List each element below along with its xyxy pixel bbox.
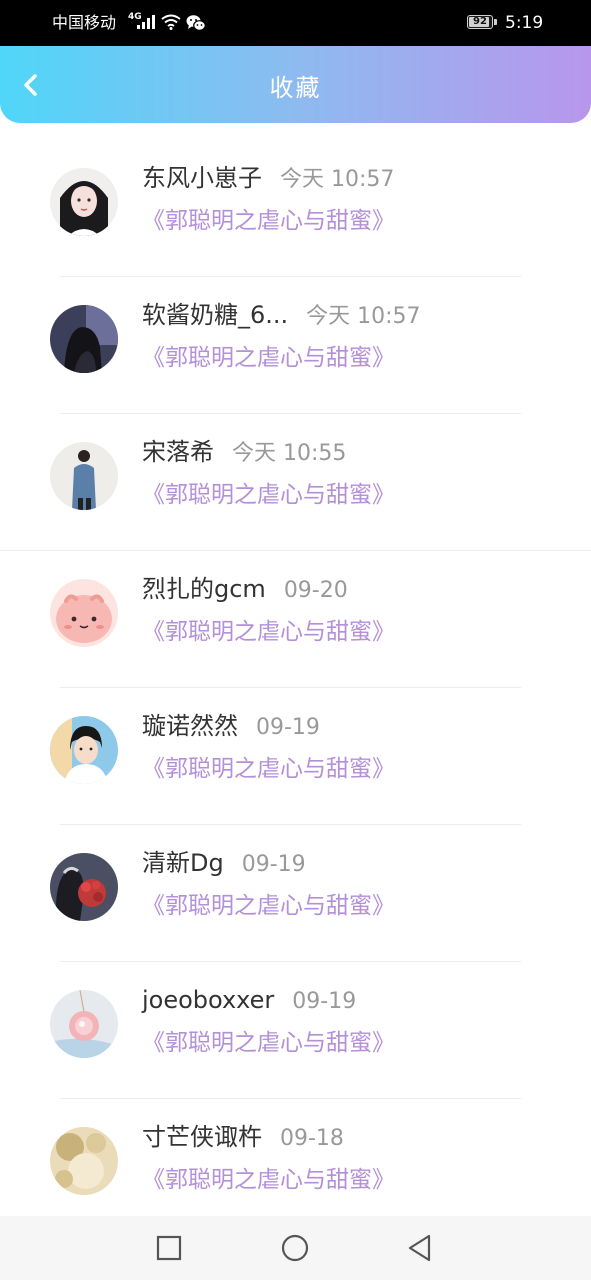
avatar <box>50 442 118 510</box>
user-name: 寸芒侠诹杵 09-18 <box>142 1121 344 1155</box>
user-name-label: 东风小崽子 <box>142 164 262 192</box>
timestamp: 今天 10:55 <box>232 441 347 466</box>
system-nav-bar <box>0 1216 591 1280</box>
list-item[interactable]: 东风小崽子 今天 10:57 《郭聪明之虐心与甜蜜》 <box>0 140 591 277</box>
user-name-label: 寸芒侠诹杵 <box>142 1123 262 1151</box>
timestamp: 今天 10:57 <box>280 167 395 192</box>
signal-icon <box>136 14 156 30</box>
user-name-label: 清新Dg <box>142 849 224 877</box>
book-title-link[interactable]: 《郭聪明之虐心与甜蜜》 <box>142 1163 395 1197</box>
timestamp: 09-19 <box>241 852 306 877</box>
user-name-label: 璇诺然然 <box>142 712 238 740</box>
list-item[interactable]: 烈扎的gcm 09-20 《郭聪明之虐心与甜蜜》 <box>0 551 591 688</box>
avatar <box>50 579 118 647</box>
book-title-link[interactable]: 《郭聪明之虐心与甜蜜》 <box>142 615 395 649</box>
avatar <box>50 716 118 784</box>
user-name-label: 软酱奶糖_6... <box>142 301 289 329</box>
clock-label: 5:19 <box>505 13 544 33</box>
list-item[interactable]: 软酱奶糖_6... 今天 10:57 《郭聪明之虐心与甜蜜》 <box>0 277 591 414</box>
book-title-link[interactable]: 《郭聪明之虐心与甜蜜》 <box>142 1026 395 1060</box>
avatar <box>50 1127 118 1195</box>
user-name: 清新Dg 09-19 <box>142 847 306 881</box>
timestamp: 09-18 <box>280 1126 344 1151</box>
user-name: 璇诺然然 09-19 <box>142 710 320 744</box>
timestamp: 09-20 <box>283 578 348 603</box>
user-name-label: 烈扎的gcm <box>142 575 266 603</box>
battery-level-label: 92 <box>473 16 487 27</box>
book-title-link[interactable]: 《郭聪明之虐心与甜蜜》 <box>142 204 395 238</box>
book-title-link[interactable]: 《郭聪明之虐心与甜蜜》 <box>142 341 395 375</box>
user-name: 东风小崽子 今天 10:57 <box>142 162 394 196</box>
user-name: 软酱奶糖_6... 今天 10:57 <box>142 299 421 333</box>
user-name-label: joeoboxxer <box>142 986 275 1014</box>
timestamp: 今天 10:57 <box>306 304 421 329</box>
home-icon <box>281 1234 309 1262</box>
avatar <box>50 990 118 1058</box>
page-title: 收藏 <box>269 74 322 102</box>
user-name: joeoboxxer 09-19 <box>142 984 356 1018</box>
battery-icon: 92 <box>467 15 493 29</box>
carrier-label: 中国移动 <box>52 13 117 32</box>
user-name: 宋落希 今天 10:55 <box>142 436 346 470</box>
list-item[interactable]: joeoboxxer 09-19 《郭聪明之虐心与甜蜜》 <box>0 962 591 1099</box>
user-name-label: 宋落希 <box>142 438 214 466</box>
favorites-list: 东风小崽子 今天 10:57 《郭聪明之虐心与甜蜜》 软酱奶糖_6... 今天 10… <box>0 140 591 1236</box>
book-title-link[interactable]: 《郭聪明之虐心与甜蜜》 <box>142 478 395 512</box>
back-icon <box>408 1234 431 1262</box>
recent-apps-icon <box>156 1235 182 1261</box>
book-title-link[interactable]: 《郭聪明之虐心与甜蜜》 <box>142 752 395 786</box>
avatar <box>50 168 118 236</box>
list-item[interactable]: 宋落希 今天 10:55 《郭聪明之虐心与甜蜜》 <box>0 414 591 551</box>
battery-tip <box>494 19 497 25</box>
list-item[interactable]: 清新Dg 09-19 《郭聪明之虐心与甜蜜》 <box>0 825 591 962</box>
recent-apps-button[interactable] <box>152 1231 186 1265</box>
header-bar: 收藏 <box>0 46 591 123</box>
user-name: 烈扎的gcm 09-20 <box>142 573 348 607</box>
system-back-button[interactable] <box>403 1231 437 1265</box>
timestamp: 09-19 <box>256 715 320 740</box>
wechat-icon <box>186 14 206 32</box>
status-bar: 中国移动 4G 92 5:19 <box>0 0 591 46</box>
home-button[interactable] <box>278 1231 312 1265</box>
avatar <box>50 305 118 373</box>
book-title-link[interactable]: 《郭聪明之虐心与甜蜜》 <box>142 889 395 923</box>
list-item[interactable]: 璇诺然然 09-19 《郭聪明之虐心与甜蜜》 <box>0 688 591 825</box>
wifi-icon <box>161 14 181 30</box>
avatar <box>50 853 118 921</box>
timestamp: 09-19 <box>292 989 357 1014</box>
